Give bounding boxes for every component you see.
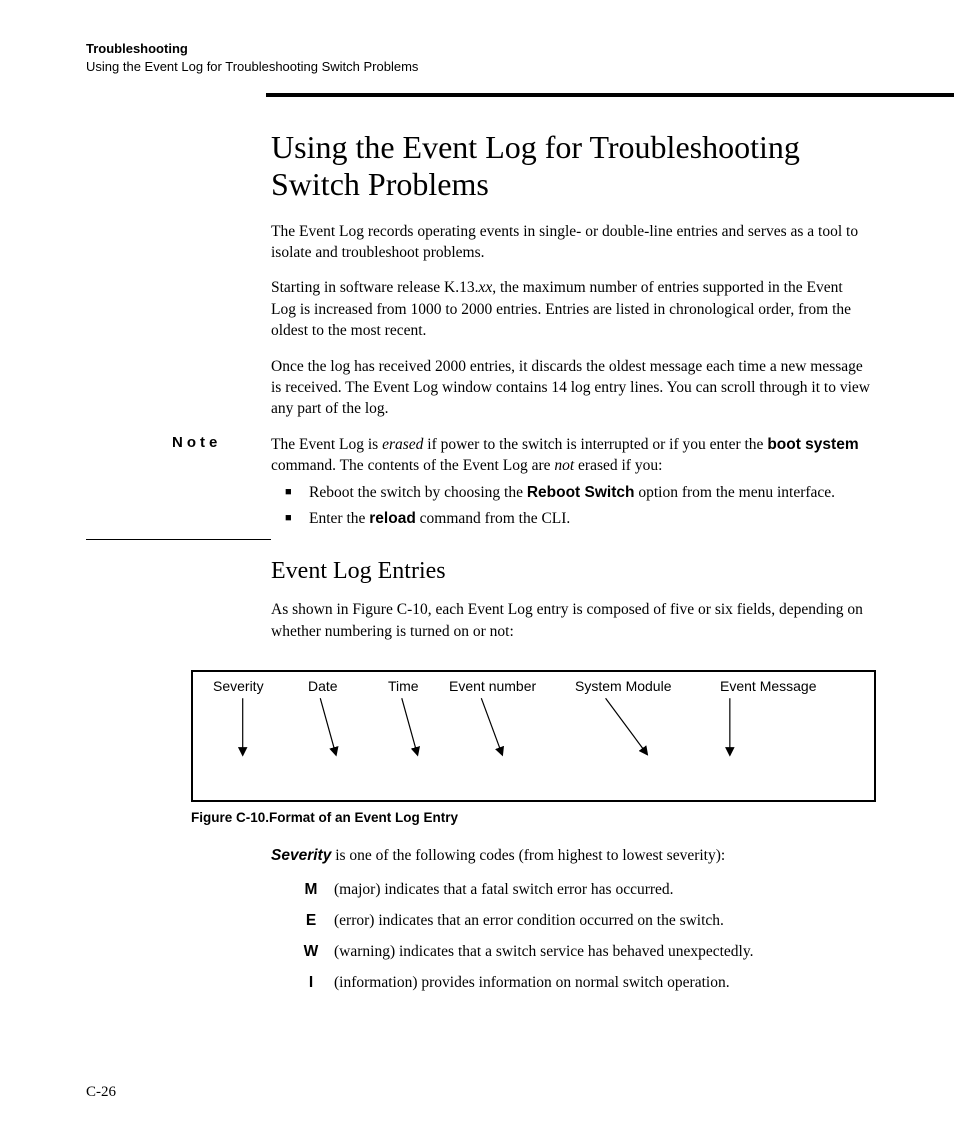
- fig-label-date: Date: [308, 678, 338, 694]
- fig-label-time: Time: [388, 678, 419, 694]
- severity-row-e: E (error) indicates that an error condit…: [296, 911, 871, 932]
- note-bootsystem: boot system: [767, 436, 858, 453]
- severity-row-w: W (warning) indicates that a switch serv…: [296, 942, 871, 963]
- note-not: not: [554, 457, 574, 474]
- intro-p3: Once the log has received 2000 entries, …: [271, 356, 871, 420]
- note-bullet-2: Enter the reload command from the CLI.: [271, 508, 871, 529]
- severity-term: Severity: [271, 847, 331, 864]
- subhead-event-entries: Event Log Entries: [271, 558, 871, 585]
- note-lead: The Event Log is erased if power to the …: [271, 434, 871, 477]
- severity-lead: Severity is one of the following codes (…: [271, 845, 871, 866]
- severity-text: (information) provides information on no…: [326, 973, 730, 994]
- intro-p1: The Event Log records operating events i…: [271, 221, 871, 264]
- fig-label-sysmodule: System Module: [575, 678, 671, 694]
- severity-text: (warning) indicates that a switch servic…: [326, 942, 753, 963]
- severity-code: W: [296, 942, 326, 963]
- release-var: xx: [478, 279, 492, 296]
- note-label: Note: [172, 434, 347, 451]
- figure-c10: Severity Date Time Event number System M…: [191, 670, 876, 825]
- note-bullets: Reboot the switch by choosing the Reboot…: [271, 482, 871, 529]
- fig-label-eventnum: Event number: [449, 678, 536, 694]
- figure-caption: Figure C-10.Format of an Event Log Entry: [191, 810, 876, 825]
- intro-p2a: Starting in software release K.13.: [271, 279, 478, 296]
- note-end-rule: [86, 539, 271, 540]
- page-header: Troubleshooting Using the Event Log for …: [86, 40, 868, 75]
- note-bullet-1: Reboot the switch by choosing the Reboot…: [271, 482, 871, 503]
- severity-row-i: I (information) provides information on …: [296, 973, 871, 994]
- header-section: Using the Event Log for Troubleshooting …: [86, 58, 868, 76]
- fig-label-severity: Severity: [213, 678, 264, 694]
- severity-text: (major) indicates that a fatal switch er…: [326, 880, 674, 901]
- reload-term: reload: [369, 510, 416, 527]
- severity-text: (error) indicates that an error conditio…: [326, 911, 724, 932]
- top-rule: [266, 93, 954, 97]
- page-title: Using the Event Log for Troubleshooting …: [271, 129, 871, 203]
- severity-row-m: M (major) indicates that a fatal switch …: [296, 880, 871, 901]
- severity-code: E: [296, 911, 326, 932]
- severity-code: I: [296, 973, 326, 994]
- severity-list: M (major) indicates that a fatal switch …: [296, 880, 871, 994]
- entries-intro: As shown in Figure C-10, each Event Log …: [271, 599, 871, 642]
- page-number: C-26: [86, 1084, 116, 1101]
- header-chapter: Troubleshooting: [86, 40, 868, 58]
- severity-code: M: [296, 880, 326, 901]
- note-erased: erased: [382, 436, 423, 453]
- intro-p2: Starting in software release K.13.xx, th…: [271, 277, 871, 341]
- reboot-switch-term: Reboot Switch: [527, 484, 635, 501]
- fig-label-eventmsg: Event Message: [720, 678, 817, 694]
